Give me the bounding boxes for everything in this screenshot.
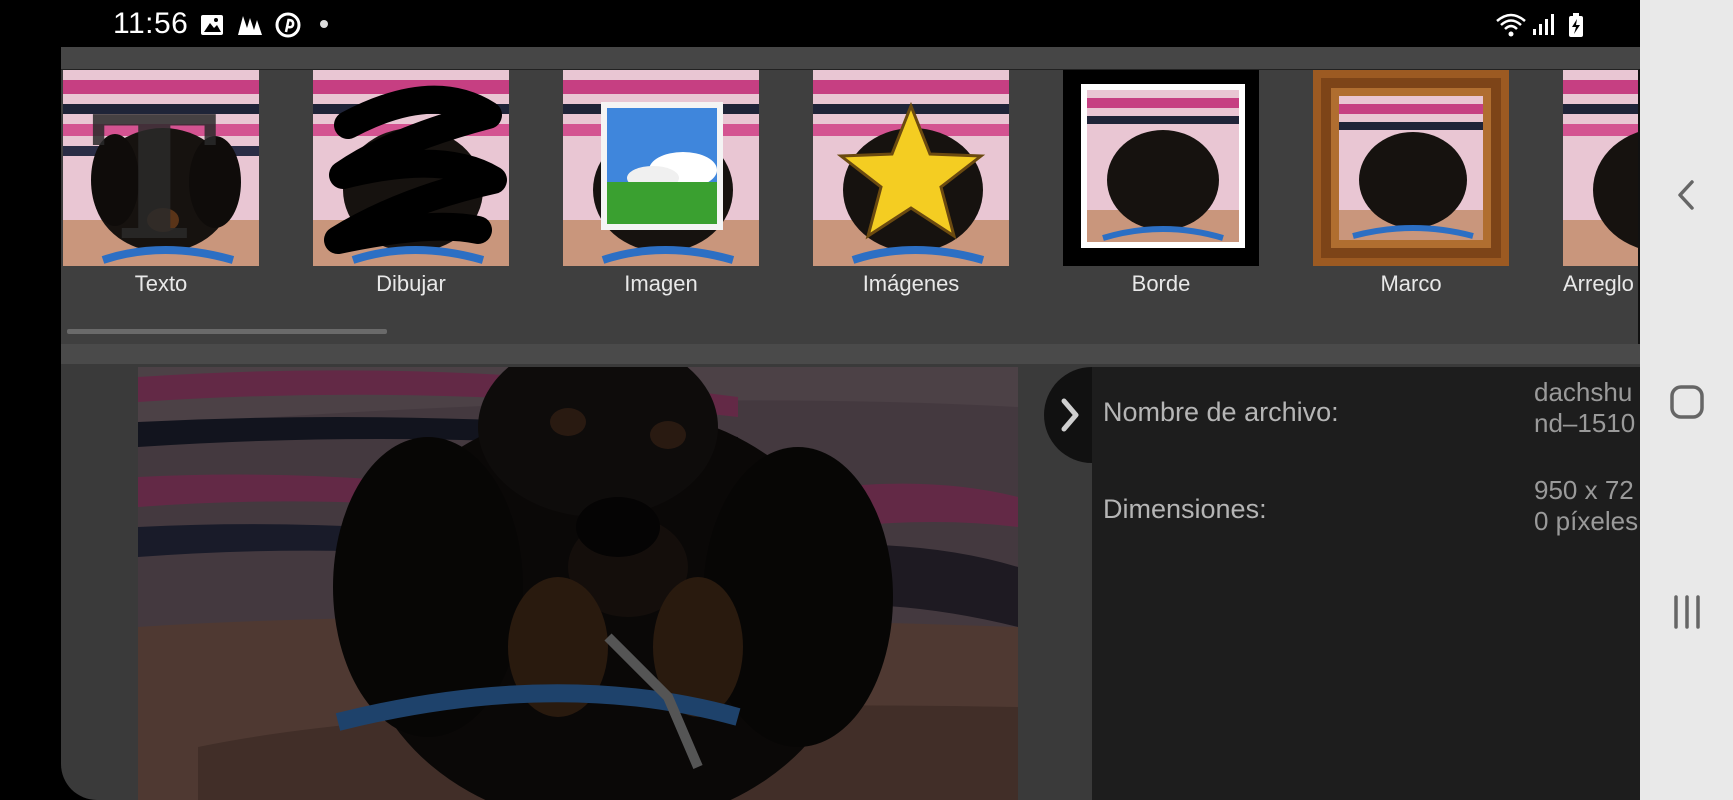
home-button[interactable] [1660,375,1714,429]
dimensions-value: 950 x 720 píxeles [1534,475,1639,536]
file-info-panel: Nombre de archivo: dachshund–1510374–0 D… [1092,367,1640,800]
stickers-tool-icon [813,70,1009,266]
wifi-icon [1495,12,1527,38]
back-button[interactable] [1660,168,1714,222]
image-tool-icon [563,70,759,266]
back-icon [1678,180,1694,210]
screen: 11:56 T Texto Dibujar Imagen Imágenes Bo… [0,0,1733,800]
filename-label: Nombre de archivo: [1103,397,1339,427]
navigation-bar [1640,0,1733,800]
notification-dot-icon [320,20,328,28]
tool-label: Imagen [624,271,698,296]
tool-dibujar[interactable]: Dibujar [313,70,509,320]
filename-value: dachshund–1510374–0 [1534,377,1636,438]
draw-tool-icon [313,70,509,266]
arrange-tool-icon [1563,70,1638,266]
top-toolbar-strip [61,47,1640,69]
text-tool-icon: T [63,70,259,266]
tool-imagenes[interactable]: Imágenes [813,70,1009,320]
signal-icon [1530,12,1556,38]
status-time: 11:56 [113,7,189,40]
recents-button[interactable] [1660,585,1714,639]
border-tool-icon [1063,70,1259,266]
tool-carousel[interactable]: T Texto Dibujar Imagen Imágenes Borde Ma… [61,69,1640,347]
tool-label: Borde [1131,271,1191,296]
dimensions-label: Dimensiones: [1103,494,1267,524]
battery-charging-icon [1566,12,1586,38]
tool-label: Marco [1380,271,1442,296]
status-bar: 11:56 [0,0,1640,47]
tool-borde[interactable]: Borde [1063,70,1259,320]
tool-texto[interactable]: T Texto [63,70,259,320]
moovit-icon [236,12,262,38]
tool-arreglo[interactable]: Arreglo [1563,70,1638,320]
pinterest-icon [275,12,301,38]
tool-label: Arreglo [1563,271,1634,296]
tool-label: Dibujar [376,271,446,296]
editor-app: T Texto Dibujar Imagen Imágenes Borde Ma… [61,47,1640,800]
recents-icon [1674,595,1700,629]
gallery-icon [199,12,225,38]
tool-imagen[interactable]: Imagen [563,70,759,320]
frame-tool-icon [1313,70,1509,266]
svg-text:T: T [91,79,218,266]
horizontal-scrollbar[interactable] [67,329,387,334]
tool-label: Imágenes [862,271,960,296]
divider-strip [61,344,1640,364]
tool-marco[interactable]: Marco [1313,70,1509,320]
photo-preview[interactable] [138,367,1018,800]
home-icon [1670,385,1704,419]
tool-label: Texto [134,271,188,296]
